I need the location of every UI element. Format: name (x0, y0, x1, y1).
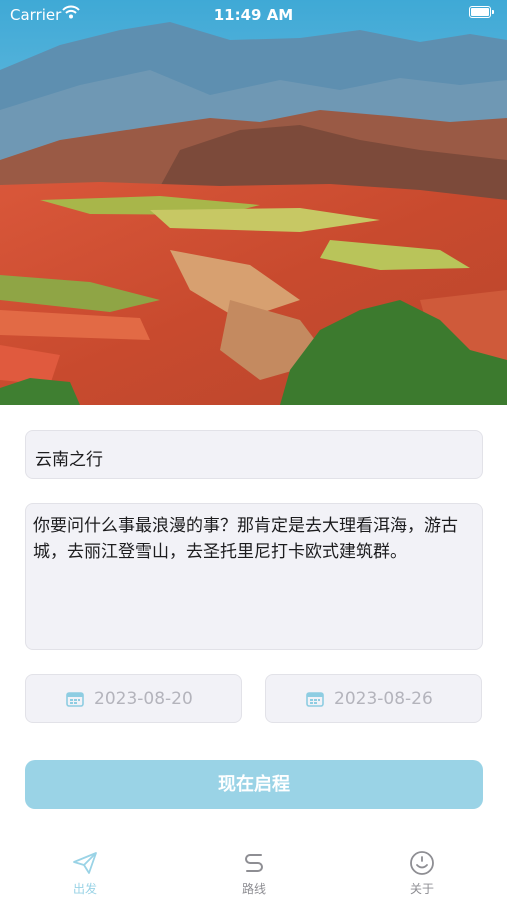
trip-description-field[interactable]: 你要问什么事最浪漫的事？那肯定是去大理看洱海，游古城，去丽江登雪山，去圣托里尼打… (25, 503, 483, 650)
calendar-icon (306, 691, 324, 711)
tab-depart[interactable]: 出发 (45, 850, 125, 897)
start-trip-button[interactable]: 现在启程 (25, 760, 483, 809)
trip-title-field[interactable]: 云南之行 (25, 430, 483, 479)
hero-landscape-image (0, 0, 507, 405)
start-date-value: 2023-08-20 (94, 689, 193, 709)
paper-plane-icon (45, 850, 125, 876)
status-bar: Carrier 11:49 AM (0, 0, 507, 30)
tab-route[interactable]: 路线 (214, 850, 294, 897)
tab-route-label: 路线 (241, 882, 266, 896)
tab-about[interactable]: 关于 (382, 850, 462, 897)
tab-about-label: 关于 (409, 882, 434, 896)
calendar-icon (66, 691, 84, 711)
trip-title-value: 云南之行 (35, 450, 103, 470)
battery-icon (469, 6, 495, 19)
smiley-icon (382, 850, 462, 876)
clock: 11:49 AM (213, 6, 294, 24)
trip-description-value: 你要问什么事最浪漫的事？那肯定是去大理看洱海，游古城，去丽江登雪山，去圣托里尼打… (33, 516, 458, 562)
end-date-value: 2023-08-26 (334, 689, 433, 709)
end-date-field[interactable]: 2023-08-26 (265, 674, 482, 723)
tab-depart-label: 出发 (72, 882, 97, 896)
tab-bar: 出发 路线 关于 (0, 840, 507, 900)
start-date-field[interactable]: 2023-08-20 (25, 674, 242, 723)
route-icon (214, 850, 294, 876)
